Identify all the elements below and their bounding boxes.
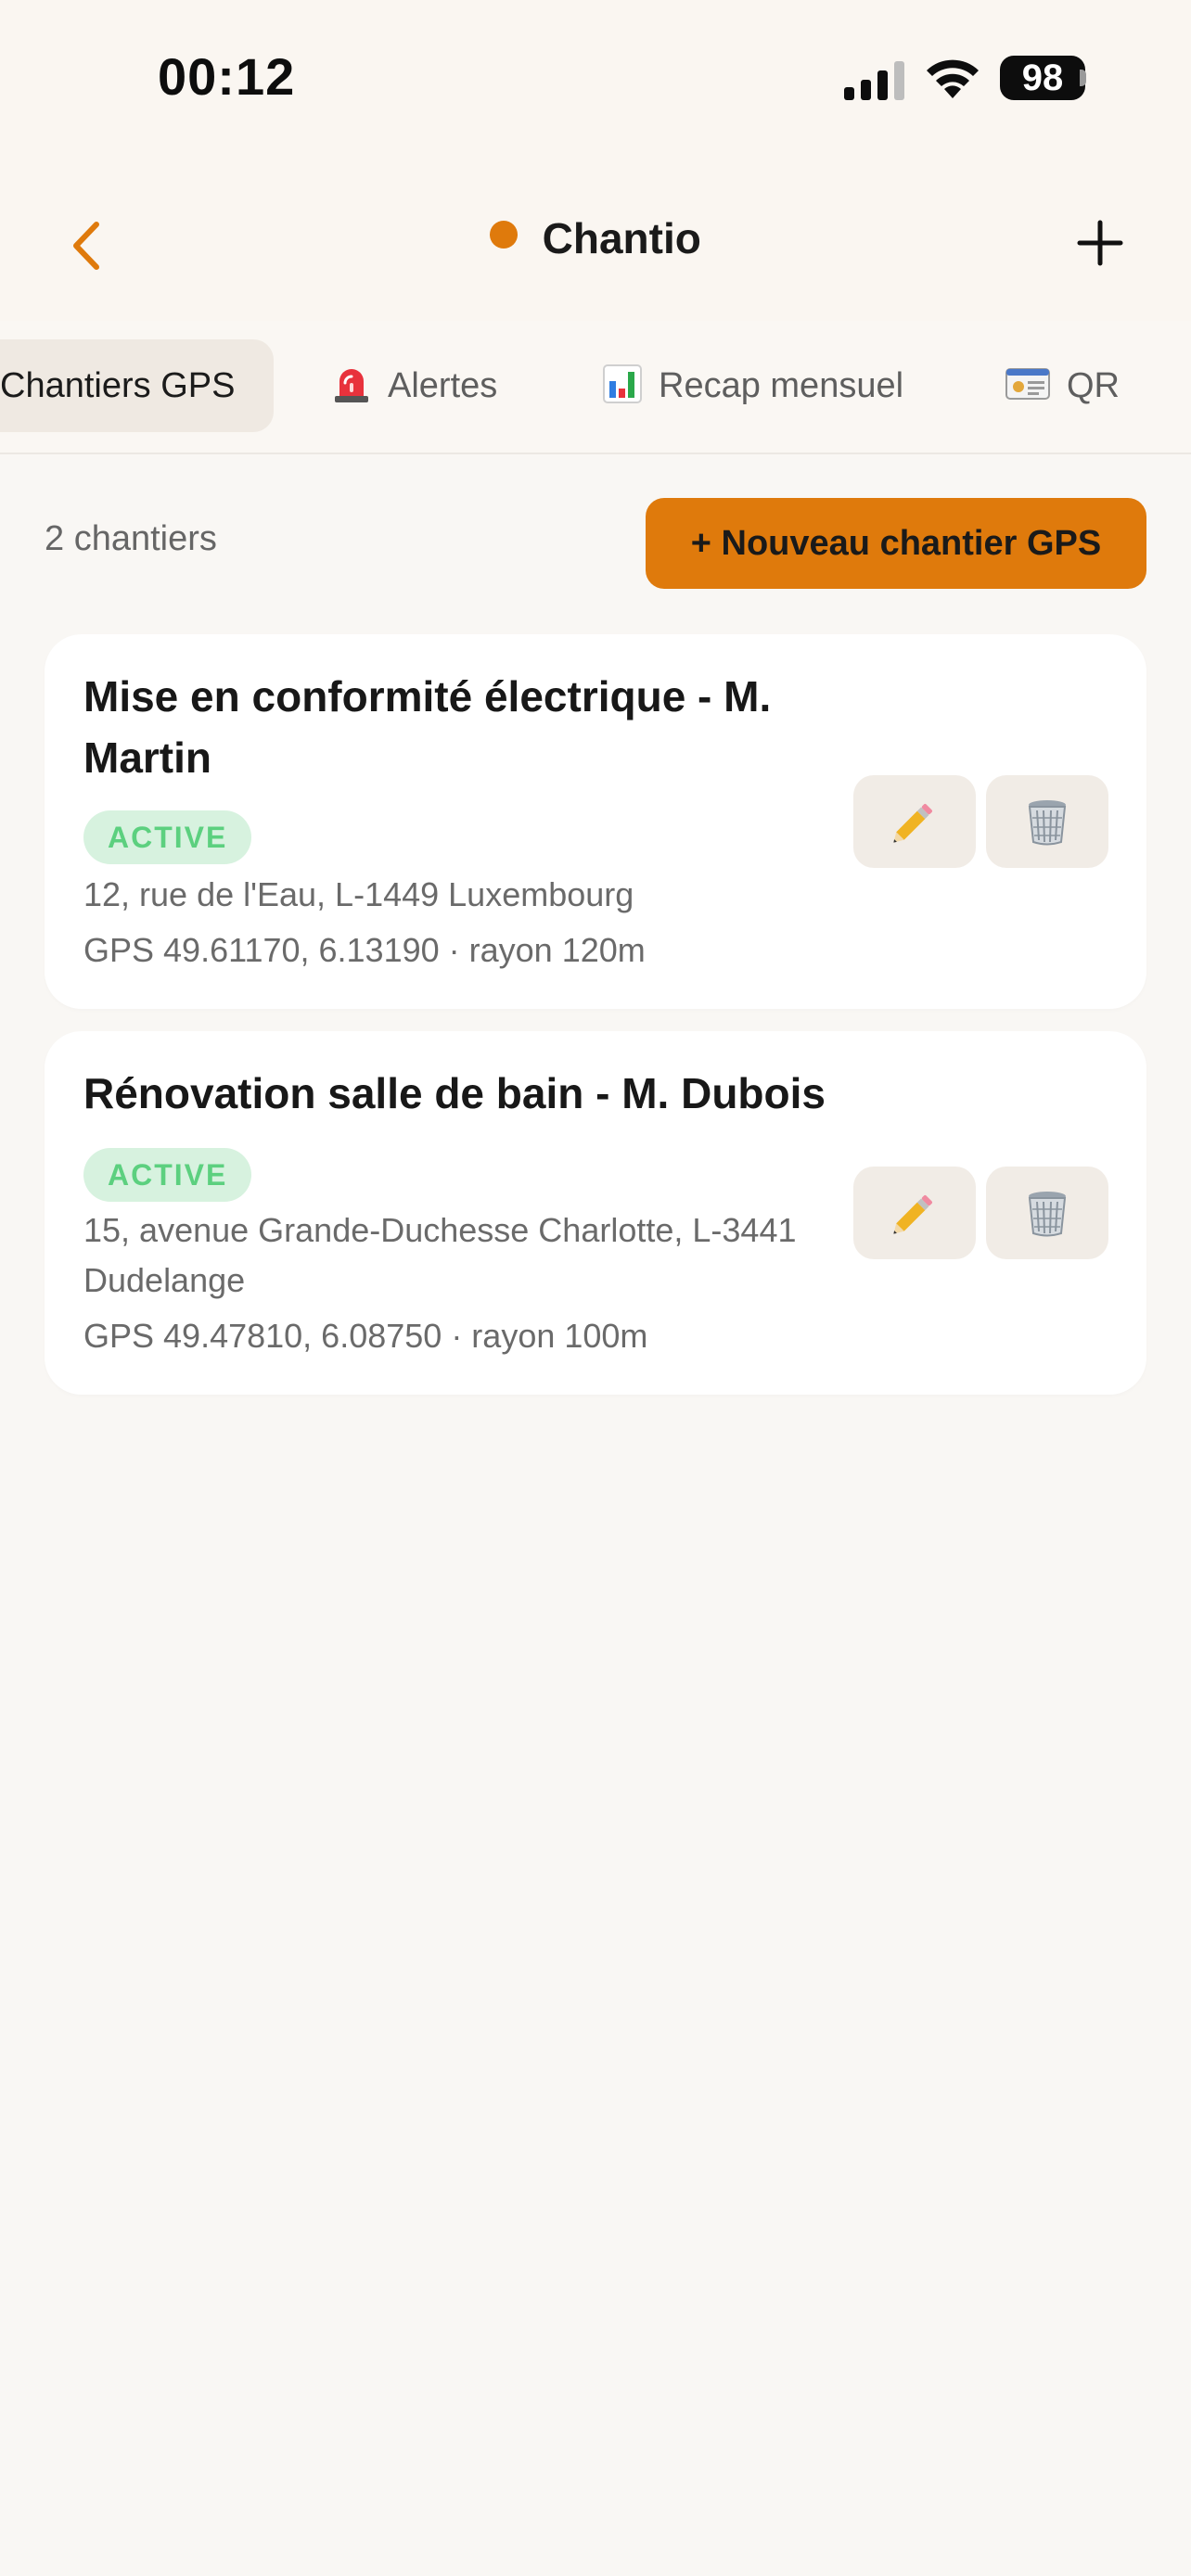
wifi-icon [927, 59, 979, 98]
battery-indicator: 98 [1000, 56, 1085, 100]
new-gps-site-button[interactable]: + Nouveau chantier GPS [646, 498, 1146, 589]
status-badge: ACTIVE [83, 1148, 252, 1202]
nav-bar: Chantio [0, 158, 1191, 321]
status-badge: ACTIVE [83, 810, 252, 864]
tab-label: Chantiers GPS [0, 366, 236, 405]
delete-button[interactable] [986, 775, 1108, 868]
siren-icon [335, 368, 368, 402]
battery-tip-icon [1080, 70, 1086, 86]
tab-label: QR [1067, 366, 1120, 405]
tab-qr[interactable]: QR [1005, 339, 1120, 432]
site-count: 2 chantiers [45, 519, 217, 558]
tab-chantiers-gps[interactable]: Chantiers GPS [0, 339, 275, 432]
trash-icon [1028, 800, 1067, 846]
bar-chart-icon [603, 363, 642, 403]
site-title: Rénovation salle de bain - M. Dubois [83, 1069, 826, 1117]
trash-icon [1028, 1192, 1067, 1237]
brand-dot-icon [490, 221, 519, 249]
tab-label: Alertes [388, 366, 498, 405]
pencil-icon [893, 1195, 932, 1234]
site-address: 15, avenue Grande-Duchesse Charlotte, L-… [83, 1211, 797, 1299]
pencil-icon [893, 804, 932, 843]
tab-label: Recap mensuel [659, 366, 904, 405]
cellular-signal-icon [844, 61, 904, 100]
add-button[interactable] [1067, 210, 1133, 276]
site-card[interactable]: Rénovation salle de bain - M. Dubois ACT… [45, 1031, 1146, 1395]
nav-title-group: Chantio [0, 213, 1191, 278]
edit-button[interactable] [853, 775, 976, 868]
tab-recap-mensuel[interactable]: Recap mensuel [603, 339, 903, 432]
page-title: Chantio [542, 214, 701, 262]
status-time: 00:12 [158, 47, 296, 106]
status-bar: 00:12 98 [0, 0, 1191, 158]
tab-alertes[interactable]: Alertes [332, 339, 497, 432]
site-gps: GPS 49.61170, 6.13190 · rayon 120m [83, 931, 646, 969]
site-address: 12, rue de l'Eau, L-1449 Luxembourg [83, 875, 634, 913]
delete-button[interactable] [986, 1167, 1108, 1259]
id-card-icon [1005, 367, 1050, 400]
edit-button[interactable] [853, 1167, 976, 1259]
site-title: Mise en conformité électrique - M. Marti… [83, 672, 772, 782]
tab-bar: Chantiers GPS Alertes Recap mensuel QR [0, 321, 1191, 454]
site-card[interactable]: Mise en conformité électrique - M. Marti… [45, 634, 1146, 1009]
site-gps: GPS 49.47810, 6.08750 · rayon 100m [83, 1317, 648, 1355]
